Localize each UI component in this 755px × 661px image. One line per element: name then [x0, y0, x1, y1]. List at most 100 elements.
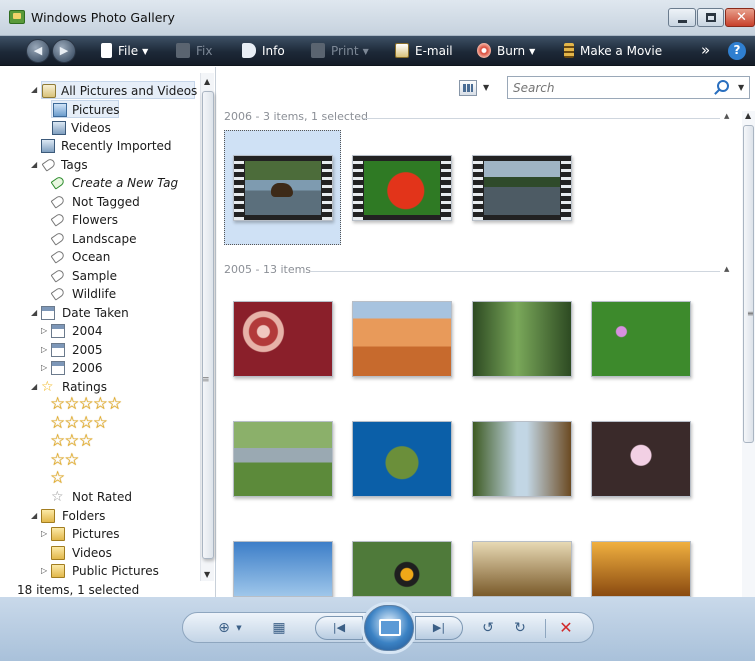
nav-folder-public-pictures[interactable]: ▷ Public Pictures — [41, 562, 181, 580]
nav-folder-pictures[interactable]: ▷ Pictures — [41, 525, 151, 543]
previous-icon: |◀ — [332, 621, 346, 634]
photo-thumbnail-frost-leaves[interactable] — [233, 301, 333, 377]
nav-year-2004[interactable]: ▷ 2004 — [41, 322, 121, 340]
group-header-2006[interactable]: 2006 - 3 items, 1 selected — [224, 110, 368, 124]
video-thumbnail-butterfly[interactable] — [352, 155, 452, 221]
collapse-group-icon[interactable]: ▲ — [724, 265, 729, 273]
chevron-down-icon[interactable]: ▼ — [483, 83, 489, 92]
next-button[interactable]: ▶| — [415, 616, 463, 640]
control-divider — [545, 619, 546, 638]
search-input[interactable] — [513, 79, 703, 96]
forward-button[interactable]: ▶ — [52, 39, 76, 63]
view-options-button[interactable] — [459, 80, 477, 96]
photo-thumbnail-green-flowers[interactable] — [591, 301, 691, 377]
nav-tags[interactable]: ◢ Tags — [31, 156, 151, 174]
nav-all-pictures-videos[interactable]: All Pictures and Videos — [41, 81, 197, 99]
film-strip — [473, 156, 483, 220]
actual-size-button[interactable]: ▦ — [271, 619, 287, 637]
rating-3-stars[interactable]: ☆☆☆ — [50, 431, 94, 451]
calendar-icon — [51, 343, 65, 357]
chevron-down-icon: ▼ — [362, 47, 369, 56]
search-icon[interactable] — [717, 80, 729, 92]
star-icon: ☆☆☆ — [50, 431, 94, 451]
back-button[interactable]: ◀ — [26, 39, 50, 63]
expand-icon: ▷ — [41, 363, 48, 372]
empty-star-icon: ☆ — [51, 489, 64, 505]
group-header-2005[interactable]: 2005 - 13 items — [224, 263, 311, 277]
chevron-down-icon[interactable]: ▼ — [235, 619, 243, 637]
nav-tag-wildlife[interactable]: Wildlife — [50, 285, 171, 303]
nav-create-new-tag[interactable]: Create a New Tag — [50, 174, 191, 192]
fix-button[interactable]: Fix — [176, 43, 212, 60]
group-divider — [311, 271, 720, 272]
make-movie-button[interactable]: Make a Movie — [564, 43, 662, 60]
nav-year-2005[interactable]: ▷ 2005 — [41, 341, 121, 359]
nav-tag-sample[interactable]: Sample — [50, 267, 171, 285]
nav-tag-landscape[interactable]: Landscape — [50, 230, 171, 248]
scroll-up-icon[interactable]: ▲ — [204, 77, 210, 86]
photo-thumbnail-sea-turtle[interactable] — [352, 421, 452, 497]
nav-folder-videos[interactable]: Videos — [51, 544, 151, 562]
thumbnail-scrollbar[interactable]: ▲ ≡ — [742, 111, 755, 597]
close-button[interactable]: ✕ — [725, 8, 755, 27]
photo-thumbnail-autumn[interactable] — [591, 541, 691, 597]
nav-folders[interactable]: ◢ Folders — [31, 507, 141, 525]
rating-4-stars[interactable]: ☆☆☆☆ — [50, 414, 108, 432]
collapse-group-icon[interactable]: ▲ — [724, 112, 729, 120]
more-button[interactable]: » — [701, 43, 710, 60]
collapse-arrow[interactable]: ◢ — [31, 81, 41, 99]
search-box: ▼ — [507, 76, 750, 99]
video-thumbnail-bear[interactable] — [233, 155, 333, 221]
photo-thumbnail-tree[interactable] — [472, 541, 572, 597]
collapse-icon: ◢ — [31, 382, 38, 391]
zoom-button[interactable]: ⊕ — [213, 619, 235, 637]
pane-splitter[interactable]: ≡ — [202, 376, 210, 385]
maximize-button[interactable] — [697, 8, 724, 27]
burn-menu[interactable]: Burn ▼ — [477, 43, 535, 60]
info-button[interactable]: Info — [242, 43, 285, 60]
minimize-button[interactable] — [668, 8, 696, 27]
print-menu[interactable]: Print ▼ — [311, 43, 369, 60]
help-button[interactable]: ? — [728, 42, 746, 60]
previous-button[interactable]: |◀ — [315, 616, 363, 640]
scrollbar-thumb[interactable] — [202, 91, 214, 559]
delete-icon: ✕ — [559, 618, 573, 637]
chevron-down-icon[interactable]: ▼ — [738, 83, 744, 92]
email-button[interactable]: E-mail — [395, 43, 453, 60]
photo-thumbnail-desert[interactable] — [352, 301, 452, 377]
photo-thumbnail-toucan[interactable] — [352, 541, 452, 597]
rotate-right-button[interactable]: ↻ — [511, 619, 529, 637]
rating-2-stars[interactable]: ☆☆ — [50, 451, 80, 469]
tag-icon — [41, 157, 57, 172]
status-text: 18 items, 1 selected — [17, 583, 140, 597]
slideshow-button[interactable] — [364, 605, 414, 651]
navigation-scrollbar[interactable]: ▲ ▼ — [200, 73, 214, 581]
nav-not-tagged[interactable]: Not Tagged — [50, 193, 171, 211]
nav-date-taken[interactable]: ◢ Date Taken — [31, 304, 171, 322]
nav-pictures[interactable]: Pictures — [51, 100, 120, 118]
rating-5-stars[interactable]: ☆☆☆☆☆ — [50, 395, 122, 413]
photo-thumbnail-waterfall[interactable] — [472, 421, 572, 497]
file-menu[interactable]: File ▼ — [101, 43, 148, 60]
calendar-icon — [41, 306, 55, 320]
nav-recently-imported[interactable]: Recently Imported — [41, 137, 191, 155]
rating-1-star[interactable]: ☆ — [50, 469, 65, 487]
nav-tag-ocean[interactable]: Ocean — [50, 248, 171, 266]
nav-not-rated[interactable]: ☆ Not Rated — [51, 488, 161, 506]
new-tag-icon — [50, 175, 66, 190]
tag-icon — [50, 249, 66, 264]
expand-icon: ▷ — [41, 345, 48, 354]
nav-videos[interactable]: Videos — [51, 119, 119, 137]
video-thumbnail-lake[interactable] — [472, 155, 572, 221]
delete-button[interactable]: ✕ — [556, 619, 576, 637]
photo-thumbnail-sky[interactable] — [233, 541, 333, 597]
nav-tag-flowers[interactable]: Flowers — [50, 211, 171, 229]
nav-year-2006[interactable]: ▷ 2006 — [41, 359, 121, 377]
scroll-down-icon[interactable]: ▼ — [204, 570, 210, 579]
scrollbar-thumb[interactable]: ≡ — [743, 125, 754, 443]
photo-thumbnail-creek[interactable] — [233, 421, 333, 497]
photo-thumbnail-forest[interactable] — [472, 301, 572, 377]
scroll-up-icon[interactable]: ▲ — [745, 111, 751, 120]
photo-thumbnail-pink-flowers[interactable] — [591, 421, 691, 497]
rotate-left-button[interactable]: ↺ — [479, 619, 497, 637]
